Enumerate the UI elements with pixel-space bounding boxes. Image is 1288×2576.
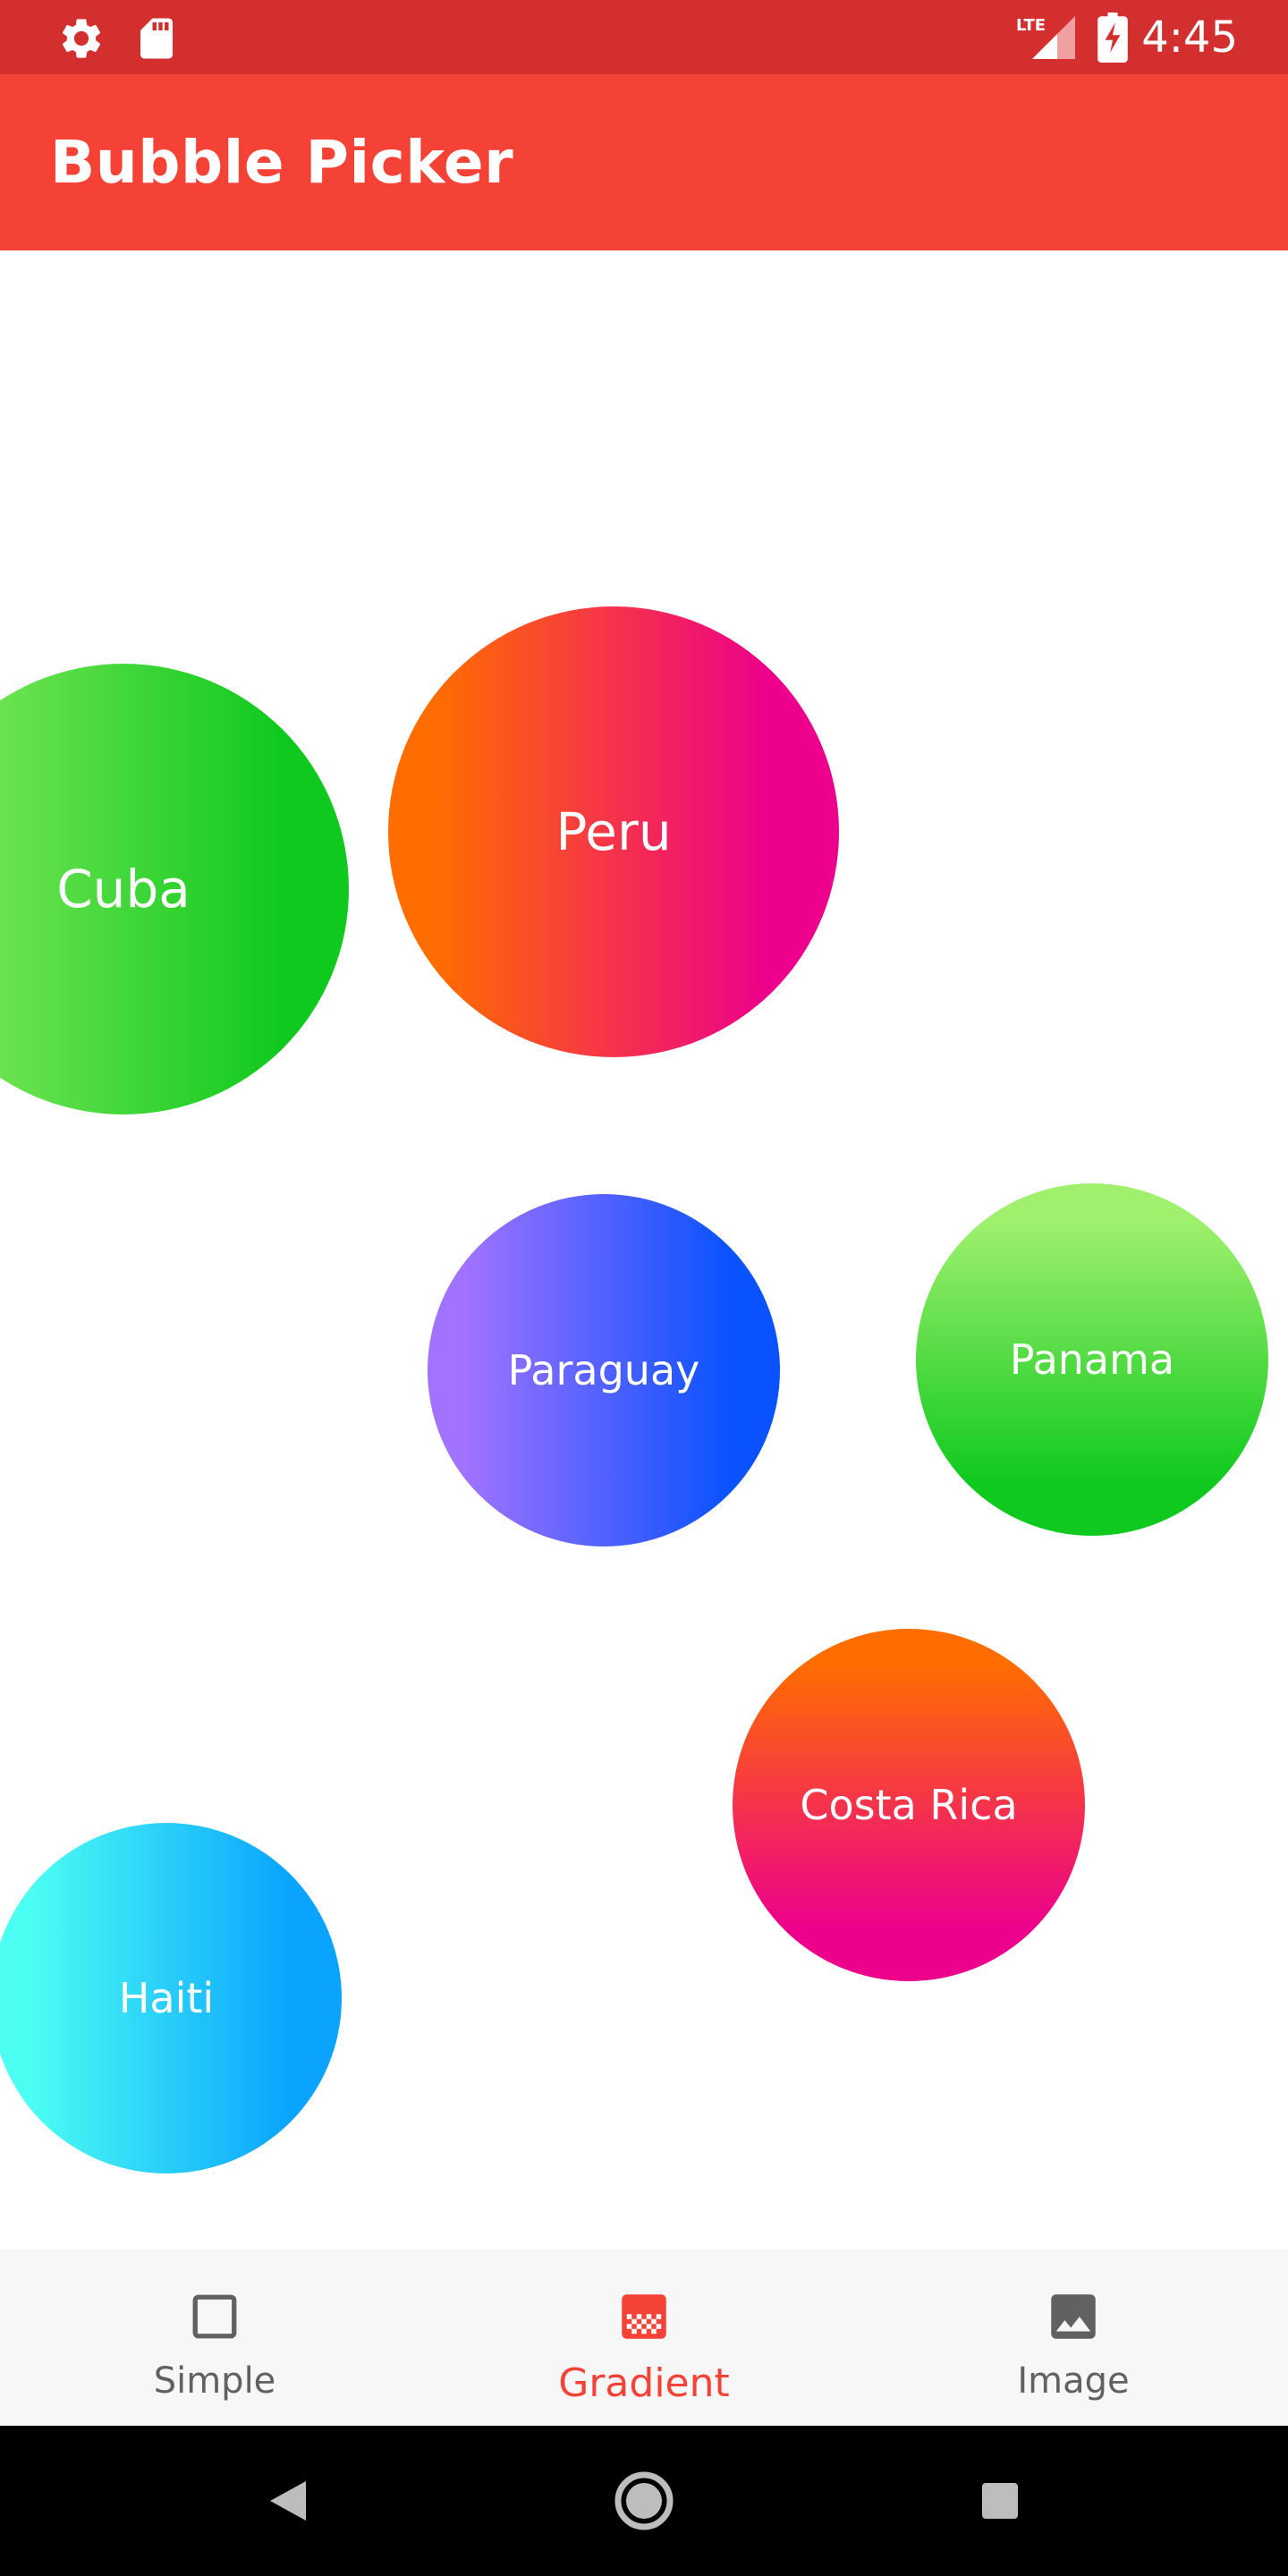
- nav-item-simple[interactable]: Simple: [0, 2251, 429, 2427]
- gradient-icon: [614, 2285, 674, 2348]
- recents-icon[interactable]: [979, 2426, 1021, 2576]
- bubble-label: Paraguay: [507, 1346, 700, 1394]
- status-time: 4:45: [1141, 13, 1238, 63]
- app-bar: Bubble Picker: [0, 74, 1288, 250]
- nav-label-simple: Simple: [153, 2360, 276, 2402]
- nav-label-gradient: Gradient: [558, 2360, 730, 2406]
- bubble-canvas[interactable]: Cuba Peru Paraguay Panama Costa Rica Hai…: [0, 250, 1288, 2250]
- app-title: Bubble Picker: [50, 128, 514, 197]
- battery-charging-icon: [1097, 13, 1129, 67]
- bubble-peru[interactable]: Peru: [388, 606, 839, 1057]
- bubble-label: Costa Rica: [800, 1781, 1018, 1829]
- bubble-paraguay[interactable]: Paraguay: [428, 1194, 780, 1546]
- bubble-costa-rica[interactable]: Costa Rica: [733, 1629, 1085, 1981]
- bubble-cuba[interactable]: Cuba: [0, 664, 349, 1114]
- system-navigation-bar: [0, 2426, 1288, 2576]
- bubble-haiti[interactable]: Haiti: [0, 1823, 342, 2174]
- nav-item-gradient[interactable]: Gradient: [429, 2251, 859, 2427]
- bubble-label: Peru: [555, 801, 672, 862]
- settings-icon: [57, 14, 106, 67]
- image-icon: [1044, 2285, 1103, 2348]
- bottom-navigation: Simple Gradient Image: [0, 2250, 1288, 2426]
- bubble-panama[interactable]: Panama: [916, 1183, 1268, 1536]
- bubble-label: Haiti: [118, 1974, 215, 2022]
- bubble-label: Panama: [1009, 1335, 1175, 1384]
- svg-text:LTE: LTE: [1016, 16, 1046, 35]
- screen: LTE 4:45 Bubble Picker Cuba Peru Paragua…: [0, 0, 1288, 2576]
- nav-label-image: Image: [1017, 2360, 1130, 2402]
- sd-card-icon: [132, 14, 181, 67]
- back-icon[interactable]: [250, 2426, 326, 2576]
- nav-item-image[interactable]: Image: [859, 2251, 1288, 2427]
- square-outline-icon: [189, 2285, 241, 2348]
- bubble-label: Cuba: [56, 859, 191, 919]
- status-bar: LTE 4:45: [0, 0, 1288, 74]
- lte-signal-icon: LTE: [1014, 13, 1075, 67]
- home-icon[interactable]: [608, 2426, 680, 2576]
